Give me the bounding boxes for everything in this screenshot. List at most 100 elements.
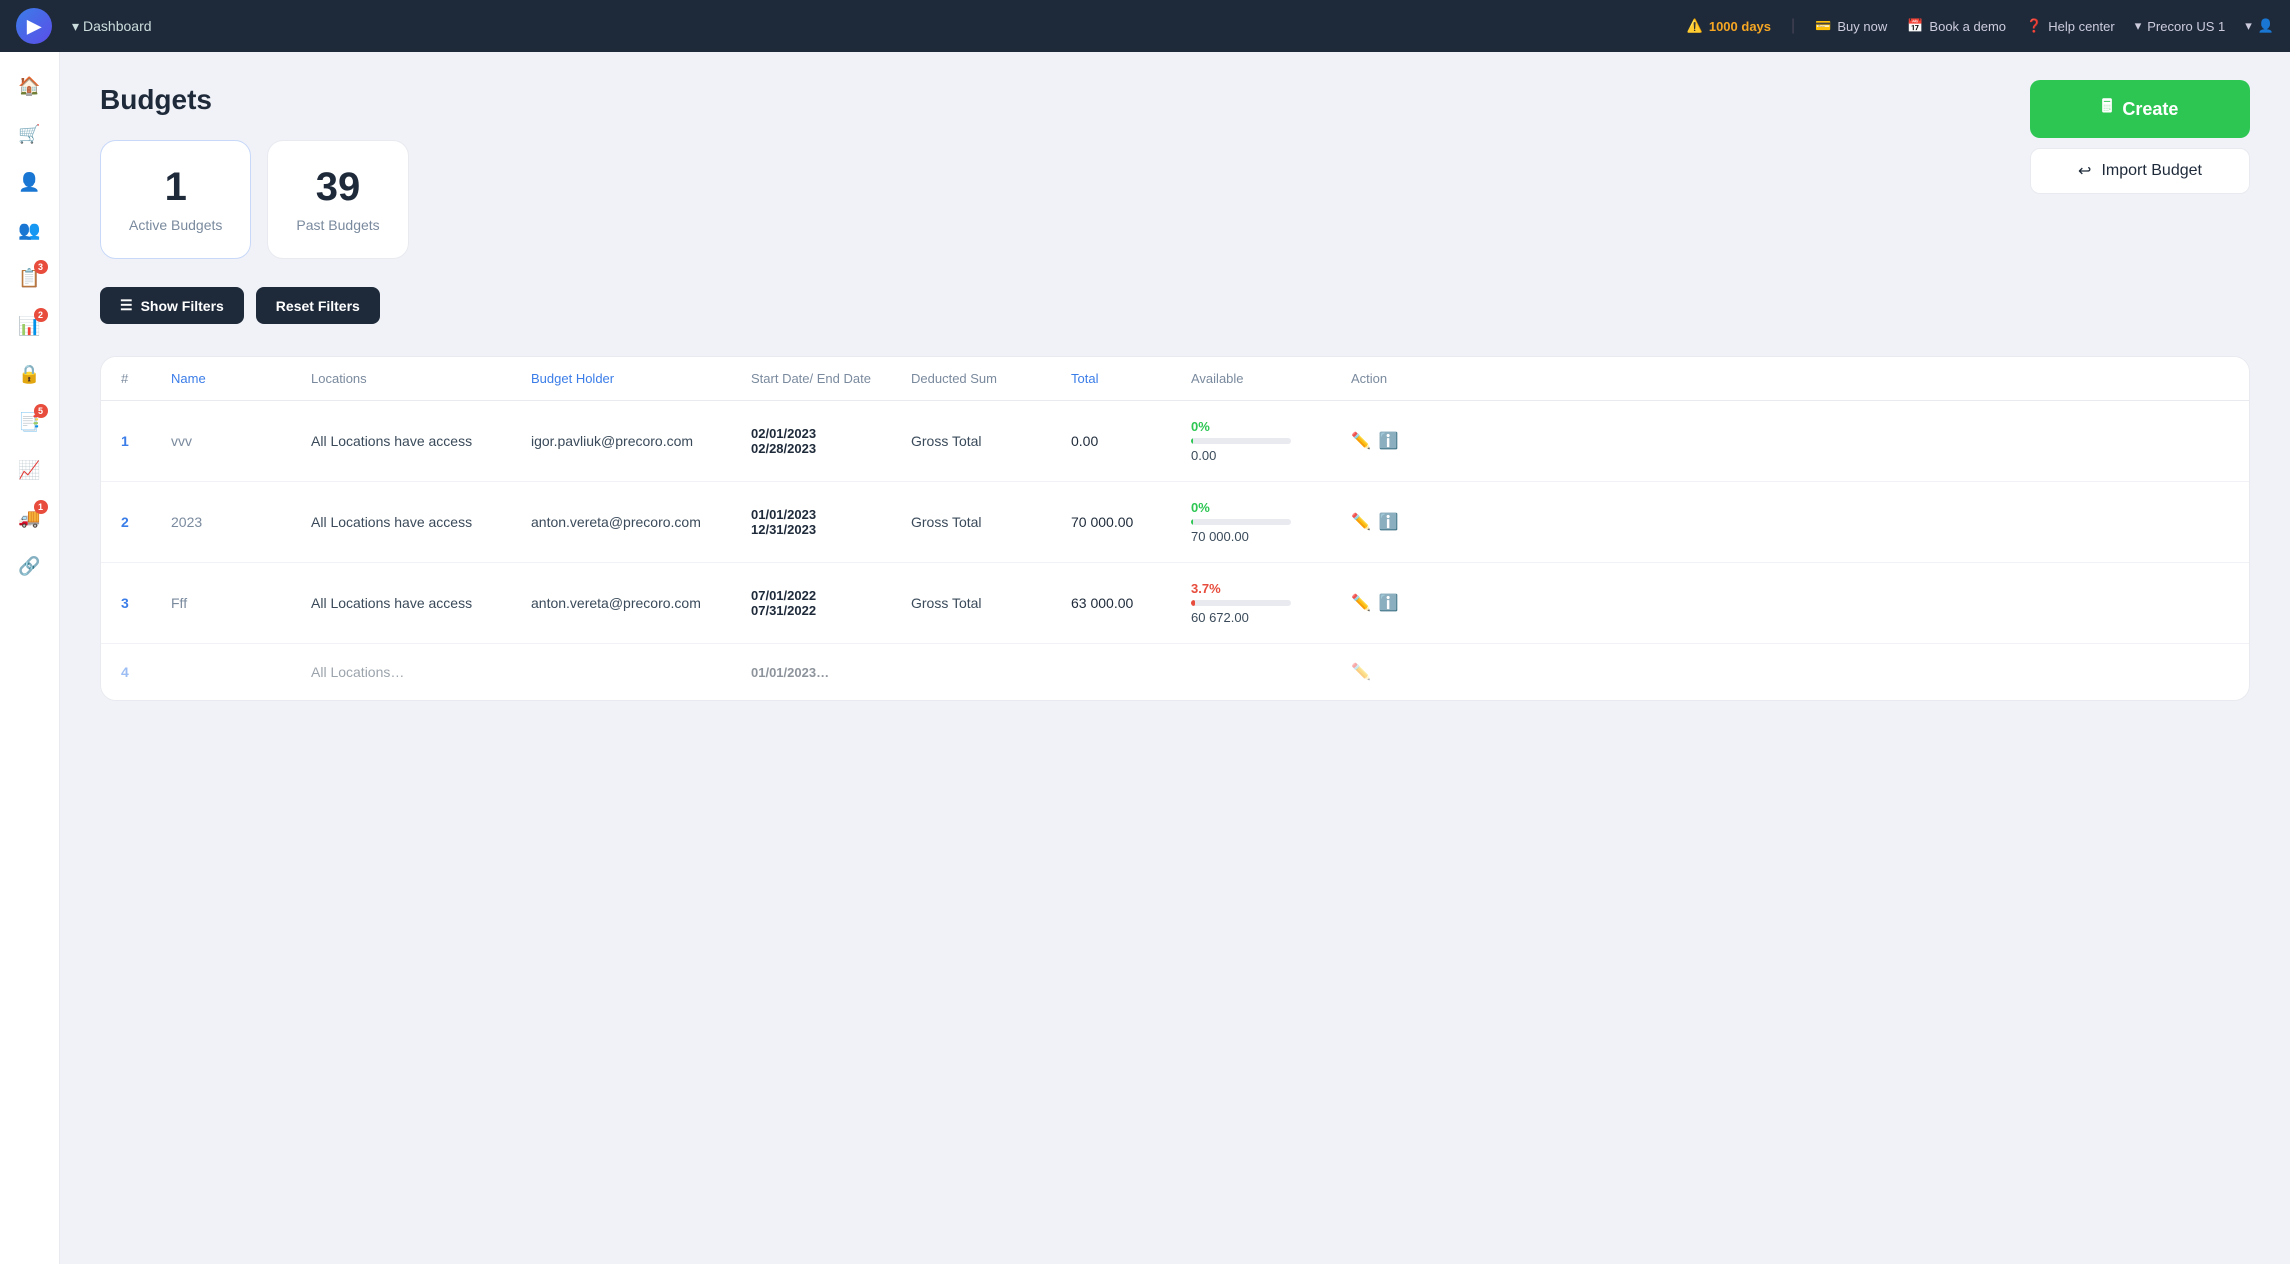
row-3-locations: All Locations have access: [311, 595, 531, 611]
page-title: Budgets: [100, 84, 2250, 116]
reset-filters-button[interactable]: Reset Filters: [256, 287, 380, 324]
col-start-end-date: Start Date/ End Date: [751, 371, 911, 386]
row-1-progress-bar: [1191, 438, 1291, 444]
sidebar-item-reports[interactable]: 📑5: [8, 400, 52, 444]
buy-now-label: Buy now: [1837, 19, 1887, 34]
row-1-available: 0% 0.00: [1191, 419, 1351, 463]
edit-icon[interactable]: ✏️: [1351, 662, 1371, 682]
org-name-label: Precoro US 1: [2147, 19, 2225, 34]
row-2-progress-bar: [1191, 519, 1291, 525]
main-content: Budgets 1 Active Budgets 39 Past Budgets…: [60, 52, 2290, 1264]
top-right-actions: 🖩 Create ↩ Import Budget: [2030, 80, 2250, 194]
reset-filters-label: Reset Filters: [276, 298, 360, 314]
info-icon[interactable]: ℹ️: [1379, 593, 1399, 613]
create-icon: 🖩: [2102, 94, 2113, 124]
active-count: 1: [129, 165, 222, 210]
sidebar-item-integration[interactable]: 🔗: [8, 544, 52, 588]
warning-icon: ⚠️: [1687, 18, 1703, 34]
row-3-num: 3: [121, 595, 171, 611]
row-2-dates: 01/01/202312/31/2023: [751, 507, 911, 537]
create-button[interactable]: 🖩 Create: [2030, 80, 2250, 138]
buy-icon: 💳: [1815, 18, 1831, 34]
chevron-down-icon-org: ▾: [2135, 18, 2142, 34]
sidebar-item-delivery[interactable]: 🚚1: [8, 496, 52, 540]
edit-icon[interactable]: ✏️: [1351, 512, 1371, 532]
create-label: Create: [2122, 99, 2178, 120]
app-logo[interactable]: ▶: [16, 8, 52, 44]
col-num: #: [121, 371, 171, 386]
sidebar-item-lock[interactable]: 🔒: [8, 352, 52, 396]
sidebar-item-users[interactable]: 👤: [8, 160, 52, 204]
edit-icon[interactable]: ✏️: [1351, 593, 1371, 613]
col-total[interactable]: Total: [1071, 371, 1191, 386]
table-header: # Name Locations Budget Holder Start Dat…: [101, 357, 2249, 401]
row-3-pct: 3.7%: [1191, 581, 1351, 596]
table-row: 3 Fff All Locations have access anton.ve…: [101, 563, 2249, 644]
row-2-num: 2: [121, 514, 171, 530]
table-row: 1 vvv All Locations have access igor.pav…: [101, 401, 2249, 482]
row-1-pct: 0%: [1191, 419, 1351, 434]
row-2-avail-amount: 70 000.00: [1191, 529, 1351, 544]
table-row: 4 All Locations… 01/01/2023… ✏️: [101, 644, 2249, 700]
org-selector[interactable]: ▾ Precoro US 1: [2135, 18, 2226, 34]
col-locations: Locations: [311, 371, 531, 386]
delivery-badge: 1: [34, 500, 48, 514]
col-budget-holder[interactable]: Budget Holder: [531, 371, 751, 386]
col-name[interactable]: Name: [171, 371, 311, 386]
past-count: 39: [296, 165, 379, 210]
budgets-table: # Name Locations Budget Holder Start Dat…: [100, 356, 2250, 701]
filter-icon: ☰: [120, 297, 133, 314]
sidebar-item-home[interactable]: 🏠: [8, 64, 52, 108]
show-filters-label: Show Filters: [141, 298, 224, 314]
active-budgets-card[interactable]: 1 Active Budgets: [100, 140, 251, 259]
warning-days[interactable]: ⚠️ 1000 days: [1687, 18, 1771, 34]
import-budget-button[interactable]: ↩ Import Budget: [2030, 148, 2250, 194]
analytics-badge: 2: [34, 308, 48, 322]
book-demo-link[interactable]: 📅 Book a demo: [1907, 18, 2006, 34]
info-icon[interactable]: ℹ️: [1379, 512, 1399, 532]
import-icon: ↩: [2078, 161, 2091, 181]
sidebar-item-orders[interactable]: 🛒: [8, 112, 52, 156]
row-1-num: 1: [121, 433, 171, 449]
row-4-num: 4: [121, 664, 171, 680]
active-label: Active Budgets: [129, 216, 222, 234]
buy-now-link[interactable]: 💳 Buy now: [1815, 18, 1887, 34]
sidebar-item-team[interactable]: 👥: [8, 208, 52, 252]
top-navigation: ▶ ▾ Dashboard ⚠️ 1000 days | 💳 Buy now 📅…: [0, 0, 2290, 52]
row-2-locations: All Locations have access: [311, 514, 531, 530]
requests-badge: 3: [34, 260, 48, 274]
table-row: 2 2023 All Locations have access anton.v…: [101, 482, 2249, 563]
row-2-deducted: Gross Total: [911, 514, 1071, 530]
help-center-link[interactable]: ❓ Help center: [2026, 18, 2115, 34]
past-budgets-card[interactable]: 39 Past Budgets: [267, 140, 408, 259]
sidebar-item-analytics[interactable]: 📊2: [8, 304, 52, 348]
row-3-dates: 07/01/202207/31/2022: [751, 588, 911, 618]
row-4-dates: 01/01/2023…: [751, 665, 911, 680]
col-available: Available: [1191, 371, 1351, 386]
row-1-locations: All Locations have access: [311, 433, 531, 449]
row-2-available: 0% 70 000.00: [1191, 500, 1351, 544]
edit-icon[interactable]: ✏️: [1351, 431, 1371, 451]
col-action: Action: [1351, 371, 1431, 386]
row-3-actions: ✏️ ℹ️: [1351, 593, 1431, 613]
row-3-holder: anton.vereta@precoro.com: [531, 595, 751, 611]
show-filters-button[interactable]: ☰ Show Filters: [100, 287, 244, 324]
row-4-locations: All Locations…: [311, 664, 531, 680]
user-profile-link[interactable]: ▾ 👤: [2245, 18, 2274, 34]
stats-row: 1 Active Budgets 39 Past Budgets: [100, 140, 2250, 259]
row-3-progress-fill: [1191, 600, 1195, 606]
help-icon: ❓: [2026, 18, 2042, 34]
row-2-progress-fill: [1191, 519, 1193, 525]
row-3-avail-amount: 60 672.00: [1191, 610, 1351, 625]
row-1-total: 0.00: [1071, 433, 1191, 449]
row-1-progress-fill: [1191, 438, 1193, 444]
row-1-avail-amount: 0.00: [1191, 448, 1351, 463]
dashboard-link[interactable]: ▾ Dashboard: [72, 18, 152, 35]
dashboard-label: Dashboard: [83, 18, 152, 34]
sidebar-item-chart[interactable]: 📈: [8, 448, 52, 492]
chevron-down-icon: ▾: [72, 18, 79, 35]
sidebar-item-requests[interactable]: 📋3: [8, 256, 52, 300]
info-icon[interactable]: ℹ️: [1379, 431, 1399, 451]
row-2-total: 70 000.00: [1071, 514, 1191, 530]
row-3-deducted: Gross Total: [911, 595, 1071, 611]
